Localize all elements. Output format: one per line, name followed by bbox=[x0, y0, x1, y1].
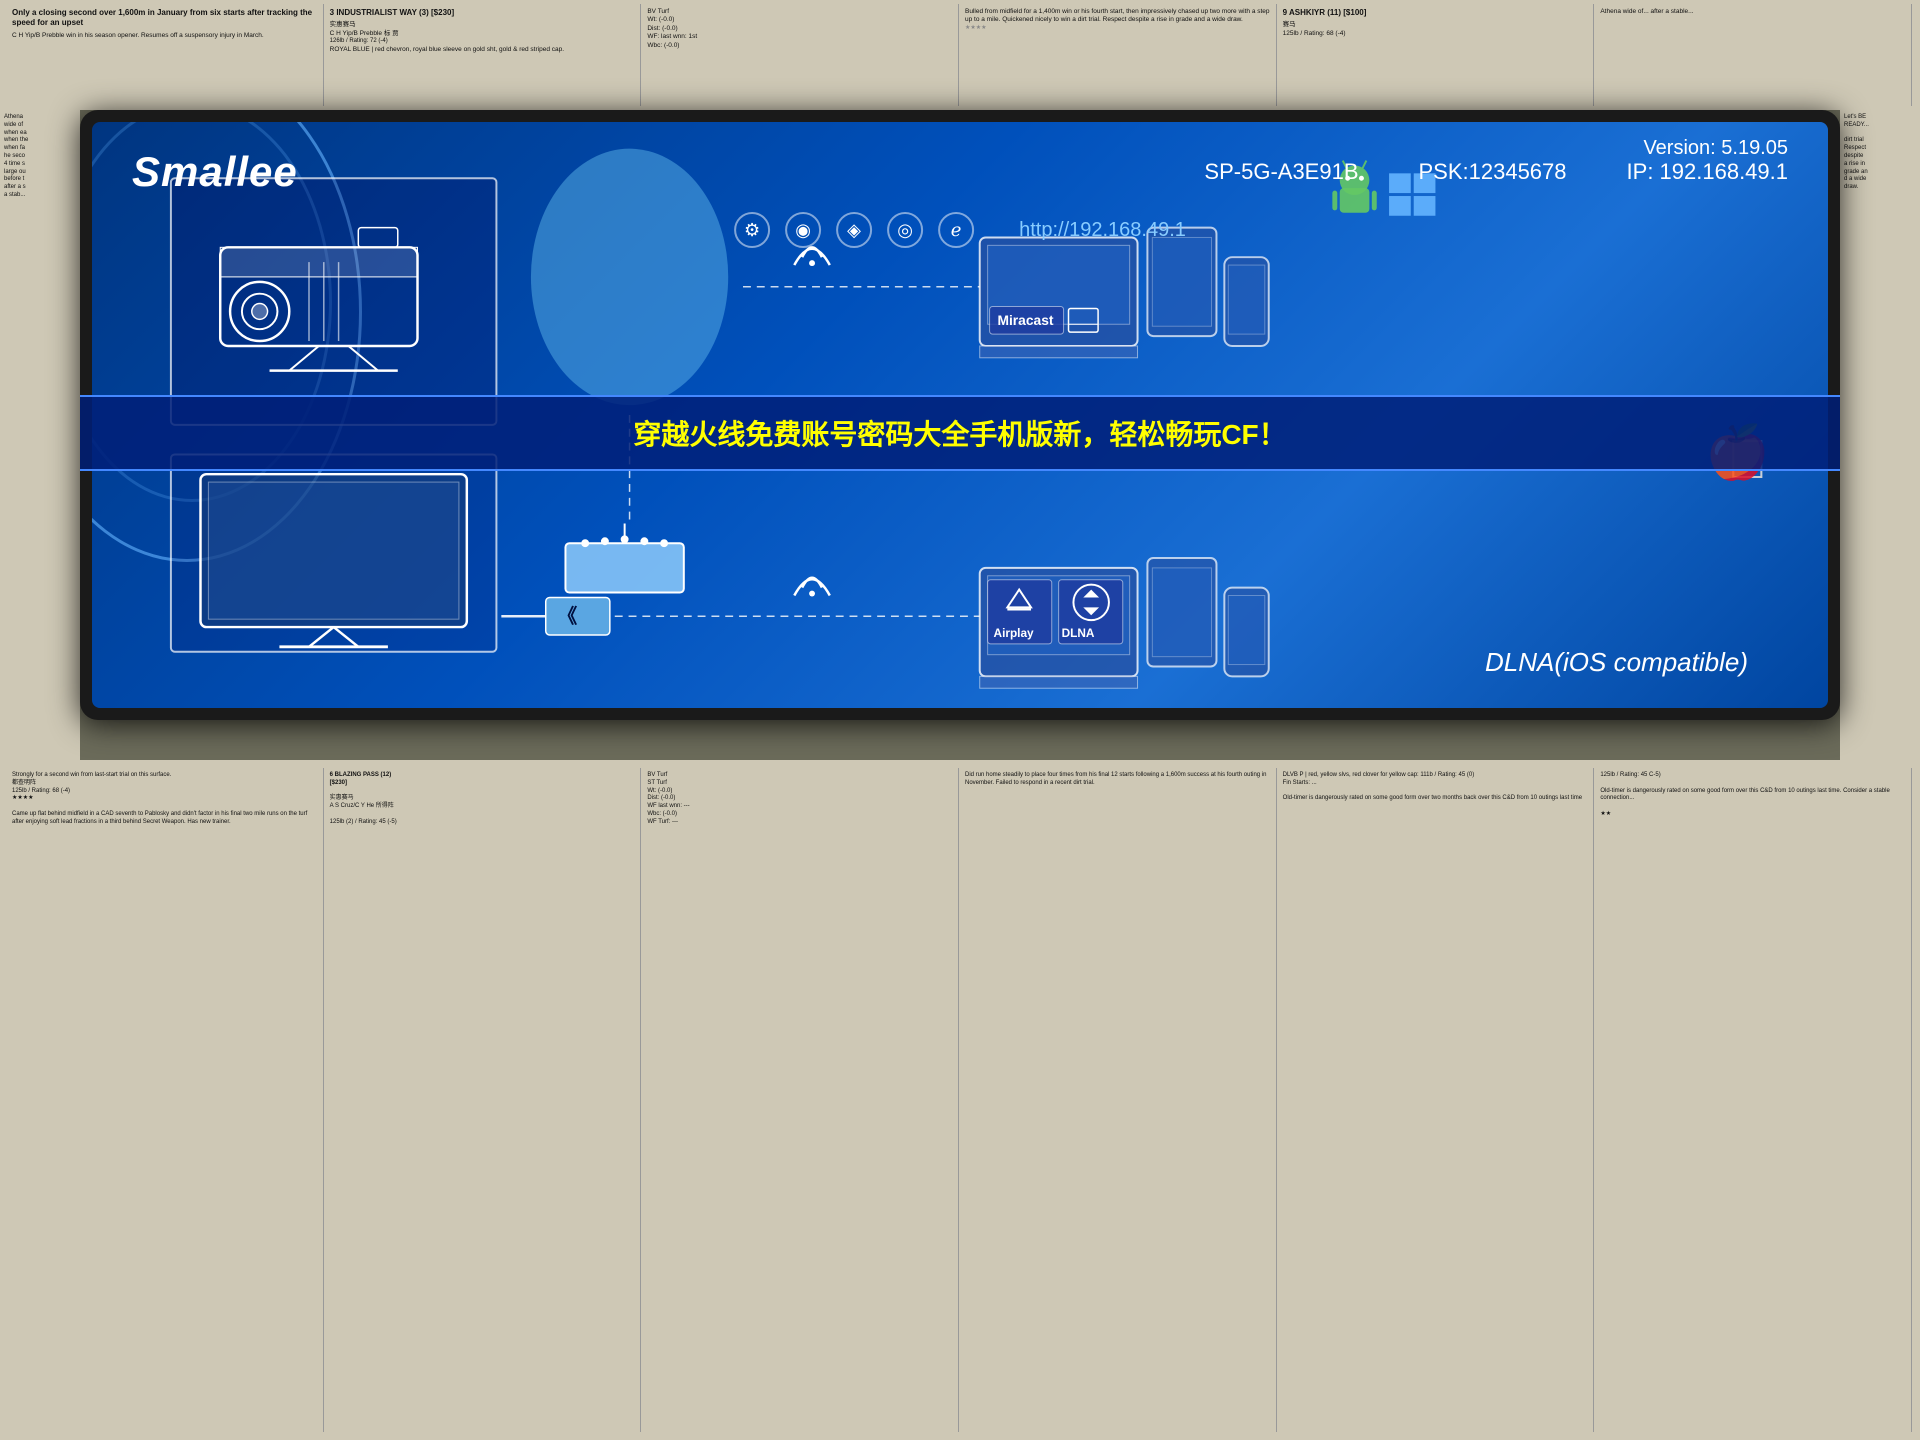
version-info: Version: 5.19.05 bbox=[1643, 137, 1788, 160]
circle-icon-3[interactable]: ◎ bbox=[887, 212, 923, 248]
news-col-4: Bulled from midfield for a 1,400m win or… bbox=[961, 4, 1277, 106]
wifi-miracast bbox=[794, 247, 830, 266]
icons-row: ⚙ ◉ ◈ ◎ ℯ http://192.168.49.1 bbox=[734, 212, 1186, 248]
tv-drawing bbox=[201, 474, 467, 647]
psk-info: PSK:12345678 bbox=[1419, 159, 1567, 185]
header-info: SP-5G-A3E91B PSK:12345678 IP: 192.168.49… bbox=[1204, 159, 1788, 185]
bottom-news-col-1: Strongly for a second win from last-star… bbox=[8, 768, 324, 1432]
news-col-2: 3 INDUSTRIALIST WAY (3) [$230] 实惠赛马C H Y… bbox=[326, 4, 642, 106]
newspaper-left: Athenawide ofwhen eawhen thewhen fahe se… bbox=[0, 110, 80, 760]
ip-info: IP: 192.168.49.1 bbox=[1627, 159, 1788, 185]
overlay-banner: 穿越火线免费账号密码大全手机版新，轻松畅玩CF！ bbox=[80, 395, 1840, 471]
circle-icon-1[interactable]: ◉ bbox=[785, 212, 821, 248]
wifi-airplay bbox=[794, 578, 830, 597]
svg-text:Miracast: Miracast bbox=[997, 313, 1053, 328]
newspaper-top: Only a closing second over 1,600m in Jan… bbox=[0, 0, 1920, 110]
news-col-3: BV TurfWt: (-0.0)Dist: (-0.0) WF: last w… bbox=[643, 4, 959, 106]
bottom-news-col-5: DLVB P | red, yellow slvs, red clover fo… bbox=[1279, 768, 1595, 1432]
circle-icon-2[interactable]: ◈ bbox=[836, 212, 872, 248]
bottom-news-col-4: Did run home steadily to place four time… bbox=[961, 768, 1277, 1432]
header-area: Smallee SP-5G-A3E91B PSK:12345678 IP: 19… bbox=[92, 122, 1828, 222]
ie-icon[interactable]: ℯ bbox=[938, 212, 974, 248]
svg-text:DLNA: DLNA bbox=[1062, 626, 1095, 640]
news-col-5: 9 ASHKIYR (11) [$100] 赛马125lb / Rating: … bbox=[1279, 4, 1595, 106]
svg-text:《: 《 bbox=[558, 605, 578, 628]
brand-logo: Smallee bbox=[132, 148, 298, 196]
url-text: http://192.168.49.1 bbox=[1019, 219, 1186, 242]
router-drawing bbox=[565, 524, 683, 593]
svg-text:Airplay: Airplay bbox=[994, 626, 1035, 640]
brand-name: Smallee bbox=[132, 148, 298, 195]
news-col-6: Athena wide of... after a stable... bbox=[1596, 4, 1912, 106]
airplay-dlna-devices: Airplay DLNA bbox=[980, 558, 1269, 688]
news-col-1: Only a closing second over 1,600m in Jan… bbox=[8, 4, 324, 106]
newspaper-bottom: Strongly for a second win from last-star… bbox=[0, 760, 1920, 1440]
bottom-news-col-2: 6 BLAZING PASS (12) [$230] 实惠赛马 A S Cruz… bbox=[326, 768, 642, 1432]
connector-drawing: 《 bbox=[546, 597, 610, 634]
model-number: SP-5G-A3E91B bbox=[1204, 159, 1358, 185]
bottom-news-col-6: 125lb / Rating: 45 C-5) Old-timer is dan… bbox=[1596, 768, 1912, 1432]
banner-text: 穿越火线免费账号密码大全手机版新，轻松畅玩CF！ bbox=[633, 413, 1286, 453]
dlna-compatible-text: DLNA(iOS compatible) bbox=[1485, 647, 1748, 678]
settings-icon[interactable]: ⚙ bbox=[734, 212, 770, 248]
bottom-news-col-3: BV Turf ST Turf Wt: (-0.0) Dist: (-0.0) … bbox=[643, 768, 959, 1432]
newspaper-right: Let's BEREADY...dirt trialRespectdespite… bbox=[1840, 110, 1920, 760]
